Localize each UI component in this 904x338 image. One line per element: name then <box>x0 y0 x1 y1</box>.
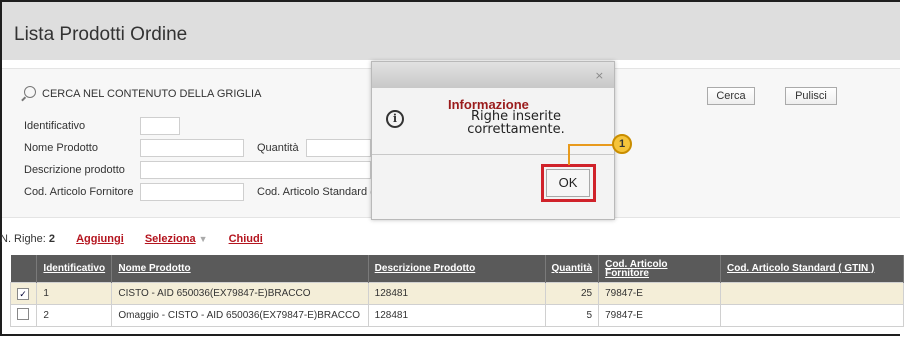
cell-nome-prodotto: Omaggio - CISTO - AID 650036(EX79847-E)B… <box>111 304 369 327</box>
cell-descrizione: 128481 <box>367 282 546 305</box>
cod-standard-label: Cod. Articolo Standard ( G <box>257 186 371 198</box>
column-header-cod-fornitore[interactable]: Cod. Articolo Fornitore <box>598 255 721 283</box>
search-heading-label: CERCA NEL CONTENUTO DELLA GRIGLIA <box>42 88 262 100</box>
callout-line-horizontal <box>568 144 614 146</box>
cell-nome-prodotto: CISTO - AID 650036(EX79847-E)BRACCO <box>111 282 369 305</box>
products-table: Identificativo Nome Prodotto Descrizione… <box>9 255 904 327</box>
close-link[interactable]: Chiudi <box>229 233 263 245</box>
identificativo-label: Identificativo <box>24 120 86 132</box>
callout-line-vertical <box>568 144 570 165</box>
search-button[interactable]: Cerca <box>707 87 755 105</box>
descrizione-input[interactable] <box>140 161 371 179</box>
cell-quantita: 25 <box>544 282 600 305</box>
dialog-message-line2: correttamente. <box>467 122 565 137</box>
page-header: Lista Prodotti Ordine <box>2 2 900 60</box>
table-row[interactable]: ✓ 1 CISTO - AID 650036(EX79847-E)BRACCO … <box>9 282 904 305</box>
cod-fornitore-label: Cod. Articolo Fornitore <box>24 186 134 198</box>
cell-cod-fornitore: 79847-E <box>598 304 721 327</box>
quantita-label: Quantità <box>257 142 299 154</box>
cell-descrizione: 128481 <box>367 304 546 327</box>
table-row[interactable]: 2 Omaggio - CISTO - AID 650036(EX79847-E… <box>9 304 904 327</box>
cell-identificativo: 1 <box>36 282 113 305</box>
cod-fornitore-input[interactable] <box>140 183 244 201</box>
grid-toolbar: N. Righe: 2 Aggiungi Seleziona ▼ Chiudi <box>0 233 263 245</box>
callout-badge: 1 <box>612 134 632 154</box>
column-header-quantita[interactable]: Quantità <box>545 255 600 283</box>
dialog-header[interactable]: × <box>372 62 614 88</box>
column-header-gtin[interactable]: Cod. Articolo Standard ( GTIN ) <box>720 255 904 283</box>
dialog-divider <box>372 154 614 155</box>
row-checkbox-cell <box>9 304 38 327</box>
cell-identificativo: 2 <box>36 304 113 327</box>
column-header-nome-prodotto[interactable]: Nome Prodotto <box>111 255 369 283</box>
row-checkbox[interactable]: ✓ <box>17 287 29 300</box>
ok-button-highlight <box>541 164 596 202</box>
add-link[interactable]: Aggiungi <box>76 233 124 245</box>
rows-count: 2 <box>48 233 56 245</box>
clear-button[interactable]: Pulisci <box>785 87 837 105</box>
column-header-identificativo[interactable]: Identificativo <box>36 255 113 283</box>
cell-gtin <box>719 304 904 327</box>
search-heading[interactable]: CERCA NEL CONTENUTO DELLA GRIGLIA <box>24 86 261 100</box>
cell-gtin <box>719 282 904 305</box>
row-checkbox[interactable] <box>17 308 29 320</box>
nome-prodotto-input[interactable] <box>140 139 244 157</box>
chevron-down-icon[interactable]: ▼ <box>199 234 208 244</box>
close-icon[interactable]: × <box>595 69 604 82</box>
info-icon: i <box>386 110 404 128</box>
select-column-header <box>10 255 38 283</box>
cell-cod-fornitore: 79847-E <box>598 282 721 305</box>
row-checkbox-cell: ✓ <box>9 282 38 305</box>
quantita-input[interactable] <box>306 139 371 157</box>
cell-quantita: 5 <box>544 304 600 327</box>
descrizione-label: Descrizione prodotto <box>24 164 125 176</box>
column-header-descrizione[interactable]: Descrizione Prodotto <box>368 255 546 283</box>
identificativo-input[interactable] <box>140 117 180 135</box>
dialog-message: Righe inserite correttamente. <box>456 110 576 136</box>
search-icon <box>24 86 36 98</box>
page-title: Lista Prodotti Ordine <box>14 24 188 45</box>
nome-prodotto-label: Nome Prodotto <box>24 142 98 154</box>
table-header-row: Identificativo Nome Prodotto Descrizione… <box>10 255 904 283</box>
rows-label: N. Righe: <box>0 233 46 245</box>
select-link[interactable]: Seleziona <box>145 233 196 245</box>
